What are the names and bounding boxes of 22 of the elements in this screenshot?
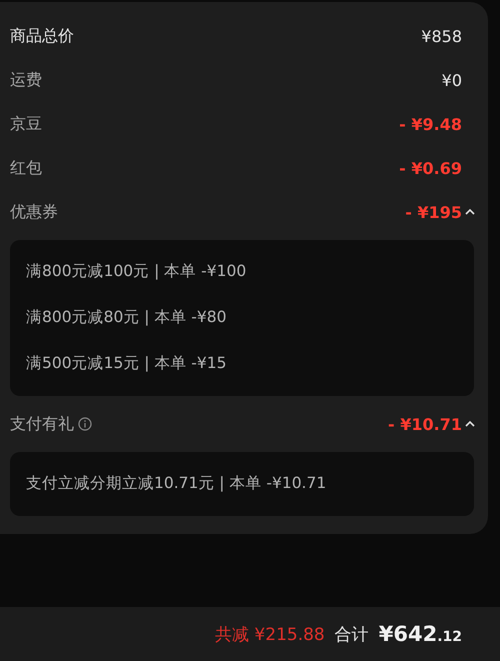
row-amount: - ¥0.69 [399, 158, 462, 178]
row-label: 支付有礼 [10, 414, 74, 434]
row-label: 红包 [10, 158, 42, 178]
discount-detail: 支付立减分期立减10.71元 | 本单 -¥10.71 [26, 472, 326, 494]
chevron-icon[interactable] [464, 419, 476, 429]
savings-total: 共减 ¥215.88 [215, 624, 325, 646]
info-icon[interactable] [78, 417, 92, 431]
row-amount: - ¥9.48 [399, 114, 462, 134]
row-amount: ¥858 [421, 26, 462, 46]
row-label: 商品总价 [10, 26, 74, 46]
row-amount: - ¥10.71 [388, 414, 462, 434]
row-amount: ¥0 [442, 70, 462, 90]
row-label: 优惠券 [10, 202, 58, 222]
discount-detail: 满800元减80元 | 本单 -¥80 [26, 306, 226, 328]
row-label: 京豆 [10, 114, 42, 134]
row-amount: - ¥195 [405, 202, 462, 222]
discount-detail: 满800元减100元 | 本单 -¥100 [26, 260, 246, 282]
chevron-icon[interactable] [464, 207, 476, 217]
total-amount: ¥642.12 [378, 622, 462, 646]
row-label: 运费 [10, 70, 42, 90]
total-label: 合计 [334, 624, 369, 646]
discount-detail: 满500元减15元 | 本单 -¥15 [26, 352, 226, 374]
